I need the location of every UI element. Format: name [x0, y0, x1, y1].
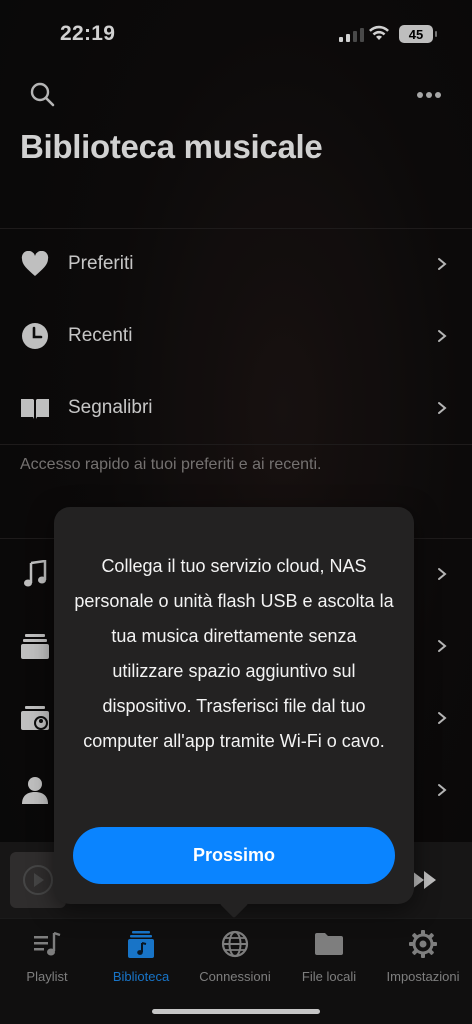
next-button[interactable]: Prossimo	[73, 827, 395, 884]
popover-message: Collega il tuo servizio cloud, NAS perso…	[74, 556, 394, 751]
onboarding-popover: Collega il tuo servizio cloud, NAS perso…	[54, 507, 414, 904]
